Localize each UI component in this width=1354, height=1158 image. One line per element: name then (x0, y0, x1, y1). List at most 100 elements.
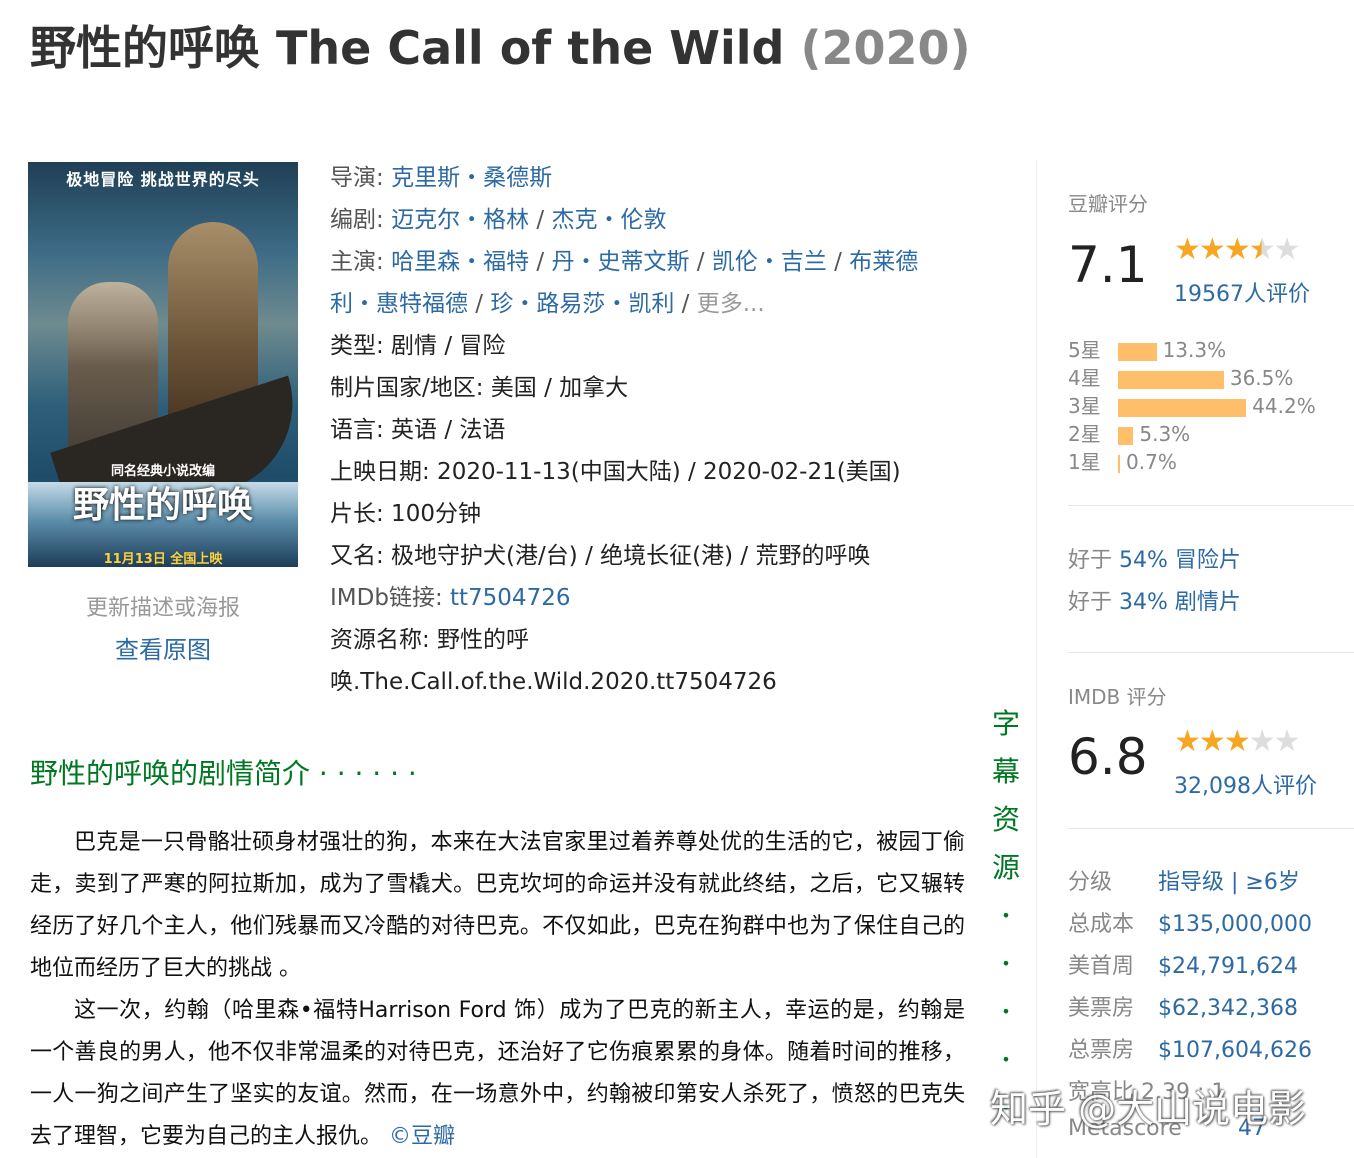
synopsis-paragraph: 这一次，约翰（哈里森•福特Harrison Ford 饰）成为了巴克的新主人，幸… (30, 990, 965, 1158)
detail-value[interactable]: 指导级 | ≥6岁 (1158, 870, 1300, 895)
better-than-prefix: 好于 (1068, 590, 1119, 615)
view-original-link[interactable]: 查看原图 (28, 630, 298, 665)
better-than-prefix: 好于 (1068, 548, 1119, 573)
star-full-icon: ★ (1174, 724, 1201, 759)
cast-link[interactable]: 哈里森・福特 (391, 249, 529, 275)
movie-title: 野性的呼唤 The Call of the Wild (30, 21, 785, 75)
imdb-score: 6.8 (1068, 728, 1148, 786)
imdb-label: IMDb链接: (330, 585, 450, 611)
cast-link[interactable]: 凯伦・吉兰 (712, 249, 827, 275)
cast-more-link[interactable]: 更多... (697, 291, 765, 317)
star-level-label: 1星 (1068, 450, 1101, 474)
section-divider (1068, 828, 1354, 829)
section-divider (1068, 652, 1354, 653)
rating-distribution-row: 2星 5.3% (1068, 418, 1190, 446)
cast-link[interactable]: 利・惠特福德 (330, 291, 468, 317)
country-row: 制片国家/地区: 美国 / 加拿大 (330, 375, 629, 401)
douban-score: 7.1 (1068, 236, 1148, 294)
cast-row: 主演: 哈里森・福特 / 丹・史蒂文斯 / 凯伦・吉兰 / 布莱德 (330, 249, 919, 275)
poster-date: 11月13日 全国上映 (103, 552, 223, 567)
detail-row-opening: 美首周 $24,791,624 (1068, 948, 1298, 980)
star-level-label: 3星 (1068, 394, 1101, 418)
distribution-percent: 44.2% (1252, 394, 1316, 418)
distribution-bar (1118, 398, 1247, 417)
subtitle-char: 资 (991, 803, 1020, 836)
cast-label: 主演: (330, 249, 392, 275)
zhihu-watermark: 知乎 @大山说电影 (990, 1087, 1307, 1131)
distribution-bar (1118, 370, 1224, 389)
distribution-percent: 5.3% (1139, 422, 1191, 446)
dot-separator: • (1001, 906, 1011, 925)
detail-key: 美票房 (1068, 996, 1135, 1021)
star-full-icon: ★ (1223, 724, 1251, 759)
rating-distribution-row: 4星 36.5% (1068, 362, 1293, 390)
director-row: 导演: 克里斯・桑德斯 (330, 157, 990, 199)
distribution-bar (1118, 342, 1157, 361)
runtime-row: 片长: 100分钟 (330, 501, 481, 527)
poster-image[interactable]: 极地冒险 挑战世界的尽头 同名经典小说改编 野性的呼唤 11月13日 全国上映 (28, 162, 298, 567)
imdb-rating-count[interactable]: 32,098人评价 (1174, 768, 1317, 800)
star-level-label: 2星 (1068, 422, 1101, 446)
rating-distribution-row: 5星 13.3% (1068, 334, 1226, 362)
imdb-rating-label: IMDB 评分 (1068, 685, 1167, 709)
poster-logo-text: 野性的呼唤 (72, 485, 253, 526)
director-link[interactable]: 克里斯・桑德斯 (391, 165, 552, 191)
writer-row: 编剧: 迈克尔・格林 / 杰克・伦敦 (330, 207, 667, 233)
resource-name-row-continued: 唤.The.Call.of.the.Wild.2020.tt7504726 (330, 669, 777, 695)
update-description-link[interactable]: 更新描述或海报 (28, 590, 298, 622)
better-than-link[interactable]: 34% 剧情片 (1119, 590, 1241, 615)
movie-info: 导演: 克里斯・桑德斯 编剧: 迈克尔・格林 / 杰克・伦敦 主演: 哈里森・福… (330, 157, 990, 703)
subtitle-char: 幕 (991, 755, 1020, 788)
synopsis-paragraph-text: 这一次，约翰（哈里森•福特Harrison Ford 饰）成为了巴克的新主人，幸… (30, 998, 965, 1149)
douban-source-link[interactable]: ©豆瓣 (389, 1124, 455, 1149)
detail-row-us-gross: 美票房 $62,342,368 (1068, 990, 1298, 1022)
rating-distribution-row: 3星 44.2% (1068, 390, 1316, 418)
subtitle-char: 源 (991, 851, 1020, 884)
synopsis-text: 巴克是一只骨骼壮硕身材强壮的狗，本来在大法官家里过着养尊处优的生活的它，被园丁偷… (30, 822, 965, 1158)
star-half-icon: ★ (1248, 232, 1276, 267)
star-full-icon: ★ (1174, 232, 1201, 267)
movie-year: (2020) (800, 21, 971, 75)
detail-row-rating: 分级 指导级 | ≥6岁 (1068, 864, 1300, 896)
dot-separator: • (1001, 1002, 1011, 1021)
section-divider (1068, 505, 1354, 506)
imdb-link[interactable]: tt7504726 (450, 585, 570, 611)
release-date-row: 上映日期: 2020-11-13(中国大陆) / 2020-02-21(美国) (330, 459, 901, 485)
better-than-row: 好于 54% 冒险片 (1068, 542, 1241, 574)
detail-key: 分级 (1068, 870, 1113, 895)
detail-row-budget: 总成本 $135,000,000 (1068, 906, 1312, 938)
cast-link[interactable]: 珍・路易莎・凯利 (490, 291, 674, 317)
resource-name-row: 资源名称: 野性的呼 (330, 627, 530, 653)
douban-stars: ★★★★★ (1174, 232, 1301, 267)
distribution-percent: 36.5% (1229, 366, 1294, 390)
star-empty-icon: ★ (1273, 232, 1301, 267)
subtitle-resource-label[interactable]: 字 幕 资 源 • • • • • (988, 700, 1024, 1132)
distribution-bar (1118, 426, 1134, 445)
distribution-percent: 13.3% (1162, 338, 1227, 362)
detail-key: 总票房 (1068, 1038, 1135, 1063)
page-title: 野性的呼唤 The Call of the Wild (2020) (30, 18, 990, 78)
distribution-bar (1118, 454, 1121, 473)
better-than-link[interactable]: 54% 冒险片 (1119, 548, 1241, 573)
subtitle-char: 字 (991, 707, 1020, 740)
star-empty-icon: ★ (1248, 724, 1276, 759)
writer-link[interactable]: 杰克・伦敦 (551, 207, 666, 233)
detail-value: $135,000,000 (1158, 912, 1312, 937)
distribution-percent: 0.7% (1126, 450, 1177, 474)
star-level-label: 4星 (1068, 366, 1101, 390)
writer-label: 编剧: (330, 207, 392, 233)
genre-row: 类型: 剧情 / 冒险 (330, 333, 506, 359)
cast-link[interactable]: 布莱德 (849, 249, 918, 275)
writer-link[interactable]: 迈克尔・格林 (391, 207, 529, 233)
detail-key: 总成本 (1068, 912, 1135, 937)
cast-link[interactable]: 丹・史蒂文斯 (551, 249, 689, 275)
star-full-icon: ★ (1198, 232, 1226, 267)
detail-value: $24,791,624 (1158, 954, 1298, 979)
poster-tagline: 极地冒险 挑战世界的尽头 (66, 170, 260, 189)
douban-rating-count[interactable]: 19567人评价 (1174, 276, 1310, 308)
imdb-row: IMDb链接: tt7504726 (330, 577, 990, 619)
star-full-icon: ★ (1223, 232, 1251, 267)
star-empty-icon: ★ (1273, 724, 1301, 759)
synopsis-heading: 野性的呼唤的剧情简介 · · · · · · (30, 757, 417, 790)
detail-key: 美首周 (1068, 954, 1135, 979)
